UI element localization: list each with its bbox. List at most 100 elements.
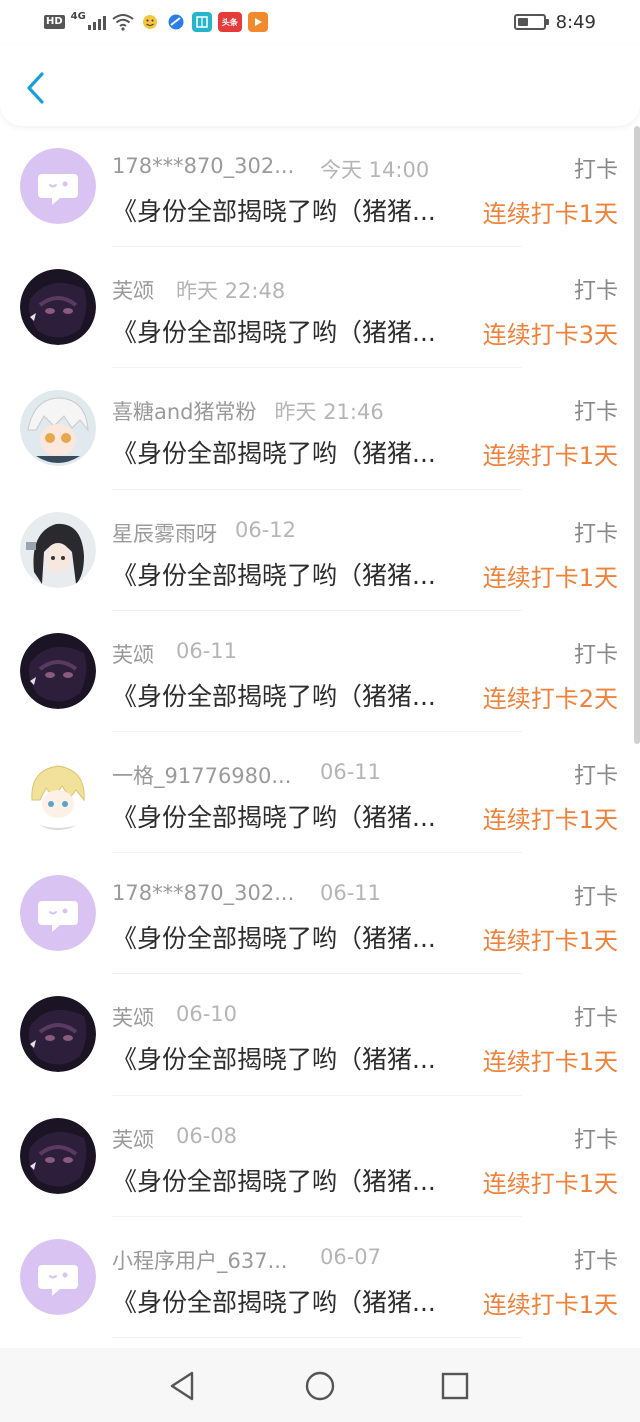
list-item[interactable]: 一格_91776980... 06-11 打卡《身份全部揭晓了哟（猪猪... 连续打卡… — [0, 732, 640, 854]
user-name: 芙颂 — [112, 1127, 154, 1152]
user-name: 星辰雾雨呀 — [112, 521, 217, 546]
user-name: 一格_91776980... — [112, 763, 292, 788]
activity-type: 打卡 — [573, 885, 618, 911]
list-item[interactable]: 178***870_302... 今天 14:00 打卡《身份全部揭晓了哟（猪猪..… — [0, 126, 640, 248]
triangle-back-icon — [170, 1371, 194, 1401]
item-title: 《身份全部揭晓了哟（猪猪... — [112, 560, 436, 590]
list-item[interactable]: 芙颂 06-10 打卡 《身份全部揭晓了哟（猪猪... 连续打卡1天 — [0, 974, 640, 1096]
timestamp: 06-11 — [320, 881, 382, 906]
checkin-list[interactable]: 178***870_302... 今天 14:00 打卡 《身份全部揭晓了哟（猪猪..… — [0, 126, 640, 1348]
timestamp: 06-10 — [176, 1002, 238, 1027]
user-name: 芙颂 — [112, 1006, 154, 1031]
hd-badge: HD — [44, 15, 65, 29]
streak-label: 连续打卡1天 — [482, 805, 618, 834]
avatar[interactable] — [20, 632, 96, 709]
activity-type: 打卡 — [573, 642, 618, 668]
book-icon — [191, 12, 212, 32]
timestamp: 昨天 21:46 — [274, 400, 384, 425]
item-title: 《身份全部揭晓了哟（猪猪... — [112, 318, 436, 348]
list-item[interactable]: 芙颂 06-11 打卡《身份全部揭晓了哟（猪猪... 连续打卡2天 — [0, 611, 640, 732]
list-item[interactable]: 芙颂 06-08 打卡 《身份全部揭晓了哟（猪猪... 连续打卡1天 — [0, 1096, 640, 1217]
list-item[interactable]: 星辰雾雨呀 06-12 打卡《身份全部揭晓了哟（猪猪... 连续打卡1天 — [0, 490, 640, 611]
timestamp: 06-11 — [320, 759, 382, 784]
avatar[interactable] — [20, 390, 96, 467]
toutiao-icon: 头条 — [217, 12, 242, 32]
list-item[interactable]: 喜糖and猪常粉 昨天 21:46 打卡 《身份全部揭晓了哟（猪猪... 连续打卡1天 — [0, 368, 640, 490]
user-name: 178***870_302... — [112, 154, 295, 178]
status-bar: HD 4G 头条 8:49 — [0, 0, 640, 44]
avatar[interactable] — [20, 996, 96, 1073]
item-title: 《身份全部揭晓了哟（猪猪... — [112, 197, 436, 226]
avatar[interactable] — [20, 1117, 96, 1194]
streak-label: 连续打卡1天 — [482, 563, 618, 592]
battery-icon — [513, 14, 549, 30]
user-name: 芙颂 — [112, 279, 154, 304]
timestamp: 今天 14:00 — [320, 158, 430, 182]
divider — [112, 1336, 522, 1338]
timestamp: 昨天 22:48 — [176, 279, 286, 304]
item-title: 《身份全部揭晓了哟（猪猪... — [112, 1287, 436, 1317]
default-avatar-icon — [20, 1238, 96, 1315]
network-type: 4G — [70, 10, 86, 22]
timestamp: 06-08 — [176, 1123, 238, 1148]
system-nav-bar — [0, 1348, 640, 1422]
list-item[interactable]: 小程序用户_637... 06-07 打卡 《身份全部揭晓了哟（猪猪... 连续打卡1天 — [0, 1217, 640, 1338]
streak-label: 连续打卡3天 — [482, 321, 618, 350]
smiley-icon — [139, 12, 160, 32]
list-item[interactable]: 178***870_302... 06-11 打卡《身份全部揭晓了哟（猪猪... 连续… — [0, 853, 640, 975]
user-name: 178***870_302... — [112, 881, 295, 906]
user-name: 芙颂 — [112, 642, 154, 667]
square-recents-icon — [441, 1372, 469, 1400]
video-icon — [247, 12, 268, 32]
activity-type: 打卡 — [573, 279, 618, 305]
browser-icon — [165, 12, 186, 32]
user-name: 喜糖and猪常粉 — [112, 400, 257, 425]
user-avatar-image — [20, 753, 96, 830]
streak-label: 连续打卡1天 — [482, 1169, 618, 1198]
avatar[interactable] — [20, 875, 96, 952]
timestamp: 06-12 — [235, 517, 297, 542]
user-avatar-image — [20, 996, 96, 1073]
chevron-left-icon — [27, 72, 44, 104]
avatar[interactable] — [20, 753, 96, 830]
user-avatar-image — [20, 511, 96, 588]
item-title: 《身份全部揭晓了哟（猪猪... — [112, 802, 436, 832]
nav-back-button[interactable] — [162, 1366, 202, 1406]
avatar[interactable] — [20, 269, 96, 346]
timestamp: 06-07 — [320, 1244, 382, 1269]
user-avatar-image — [20, 1117, 96, 1194]
list-item[interactable]: 芙颂 昨天 22:48 打卡《身份全部揭晓了哟（猪猪... 连续打卡3天 — [0, 247, 640, 369]
item-title: 《身份全部揭晓了哟（猪猪... — [112, 1166, 436, 1196]
activity-type: 打卡 — [573, 400, 618, 426]
activity-type: 打卡 — [573, 521, 618, 547]
activity-type: 打卡 — [573, 763, 618, 789]
avatar[interactable] — [20, 511, 96, 588]
item-title: 《身份全部揭晓了哟（猪猪... — [112, 681, 436, 711]
nav-home-button[interactable] — [300, 1366, 340, 1406]
header — [0, 44, 640, 126]
item-title: 《身份全部揭晓了哟（猪猪... — [112, 1045, 436, 1075]
activity-type: 打卡 — [573, 158, 618, 183]
wifi-icon — [112, 14, 134, 31]
streak-label: 连续打卡1天 — [482, 442, 618, 471]
nav-recents-button[interactable] — [435, 1366, 475, 1406]
item-title: 《身份全部揭晓了哟（猪猪... — [112, 924, 436, 954]
streak-label: 连续打卡1天 — [482, 1290, 618, 1319]
streak-label: 连续打卡2天 — [482, 684, 618, 713]
user-avatar-image — [20, 269, 96, 346]
default-avatar-icon — [20, 875, 96, 952]
user-avatar-image — [20, 390, 96, 467]
user-name: 小程序用户_637... — [112, 1248, 288, 1273]
streak-label: 连续打卡1天 — [482, 927, 618, 956]
clock: 8:49 — [555, 11, 596, 33]
user-avatar-image — [20, 632, 96, 709]
streak-label: 连续打卡1天 — [482, 200, 618, 228]
back-button[interactable] — [18, 70, 54, 106]
signal-icon — [87, 14, 106, 30]
circle-home-icon — [305, 1371, 335, 1401]
avatar[interactable] — [20, 148, 96, 224]
avatar[interactable] — [20, 1238, 96, 1315]
timestamp: 06-11 — [176, 638, 238, 663]
scrollbar[interactable] — [634, 126, 640, 744]
status-right: 8:49 — [513, 10, 596, 34]
